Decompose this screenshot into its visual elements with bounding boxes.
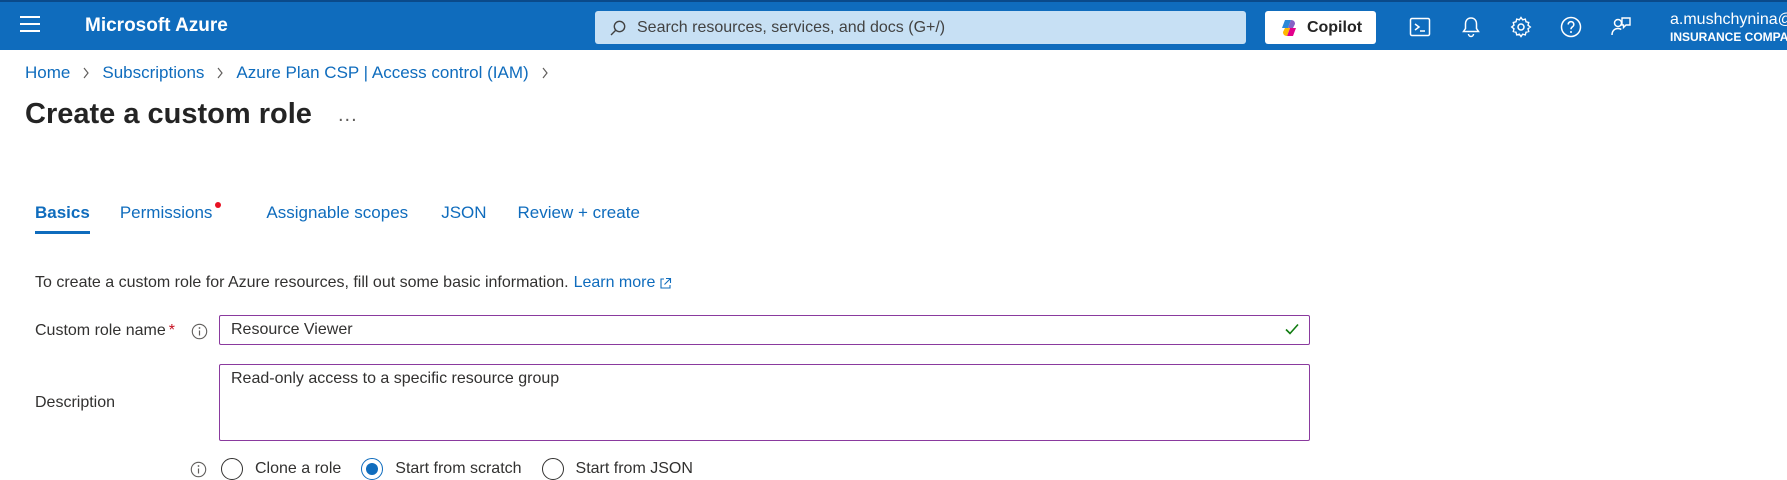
copilot-icon	[1281, 19, 1296, 36]
account-menu[interactable]: a.mushchynina@ INSURANCE COMPA	[1670, 11, 1787, 44]
more-options-button[interactable]: ...	[338, 104, 358, 127]
info-icon[interactable]	[191, 323, 208, 340]
copilot-label: Copilot	[1306, 18, 1363, 36]
radio-circle-selected	[361, 458, 384, 480]
radio-clone-role[interactable]: Clone a role	[221, 458, 341, 480]
top-bar: Microsoft Azure Copilot	[0, 0, 1787, 50]
settings-icon[interactable]	[1509, 15, 1533, 39]
description-textarea[interactable]: Read-only access to a specific resource …	[219, 364, 1310, 441]
intro-text: To create a custom role for Azure resour…	[35, 274, 672, 292]
required-marker: *	[168, 322, 175, 339]
info-icon[interactable]	[190, 461, 207, 478]
external-link-icon	[660, 277, 672, 289]
error-dot	[215, 202, 222, 208]
radio-circle	[541, 458, 564, 480]
chevron-right-icon	[83, 67, 90, 79]
feedback-icon[interactable]	[1609, 15, 1633, 39]
radio-circle	[221, 458, 243, 480]
chevron-right-icon	[217, 67, 224, 79]
user-name: a.mushchynina@	[1670, 11, 1787, 28]
role-name-input[interactable]	[219, 315, 1310, 345]
radio-start-from-scratch[interactable]: Start from scratch	[361, 458, 522, 480]
role-name-label: Custom role name *	[35, 322, 175, 339]
copilot-button[interactable]: Copilot	[1265, 11, 1376, 44]
help-icon[interactable]	[1559, 15, 1583, 39]
search-icon	[610, 20, 626, 35]
breadcrumb-home[interactable]: Home	[25, 63, 70, 83]
tab-review-create[interactable]: Review + create	[518, 203, 640, 234]
brand-title[interactable]: Microsoft Azure	[85, 15, 228, 37]
baseline-permissions: Clone a role Start from scratch Start fr…	[190, 458, 713, 480]
tab-permissions[interactable]: Permissions	[120, 202, 222, 234]
intro-description: To create a custom role for Azure resour…	[35, 274, 569, 291]
user-org: INSURANCE COMPA	[1670, 30, 1787, 44]
radio-start-from-json[interactable]: Start from JSON	[541, 458, 693, 480]
tab-list: Basics Permissions Assignable scopes JSO…	[35, 202, 640, 234]
breadcrumb-subscriptions[interactable]: Subscriptions	[102, 63, 204, 83]
chevron-right-icon	[542, 67, 548, 79]
learn-more-link[interactable]: Learn more	[574, 274, 656, 292]
hamburger-icon[interactable]	[20, 16, 40, 32]
page-title: Create a custom role	[25, 98, 312, 130]
search-input[interactable]	[637, 18, 1246, 37]
breadcrumb: Home Subscriptions Azure Plan CSP | Acce…	[25, 63, 561, 83]
tab-assignable-scopes[interactable]: Assignable scopes	[266, 203, 408, 234]
breadcrumb-access-control[interactable]: Azure Plan CSP | Access control (IAM)	[236, 63, 528, 83]
global-search[interactable]	[595, 11, 1246, 44]
checkmark-icon	[1285, 323, 1299, 335]
tab-json[interactable]: JSON	[441, 203, 486, 234]
cloud-shell-icon[interactable]	[1408, 15, 1432, 39]
tab-basics[interactable]: Basics	[35, 203, 90, 234]
notifications-icon[interactable]	[1459, 15, 1483, 39]
description-label: Description	[35, 394, 116, 411]
